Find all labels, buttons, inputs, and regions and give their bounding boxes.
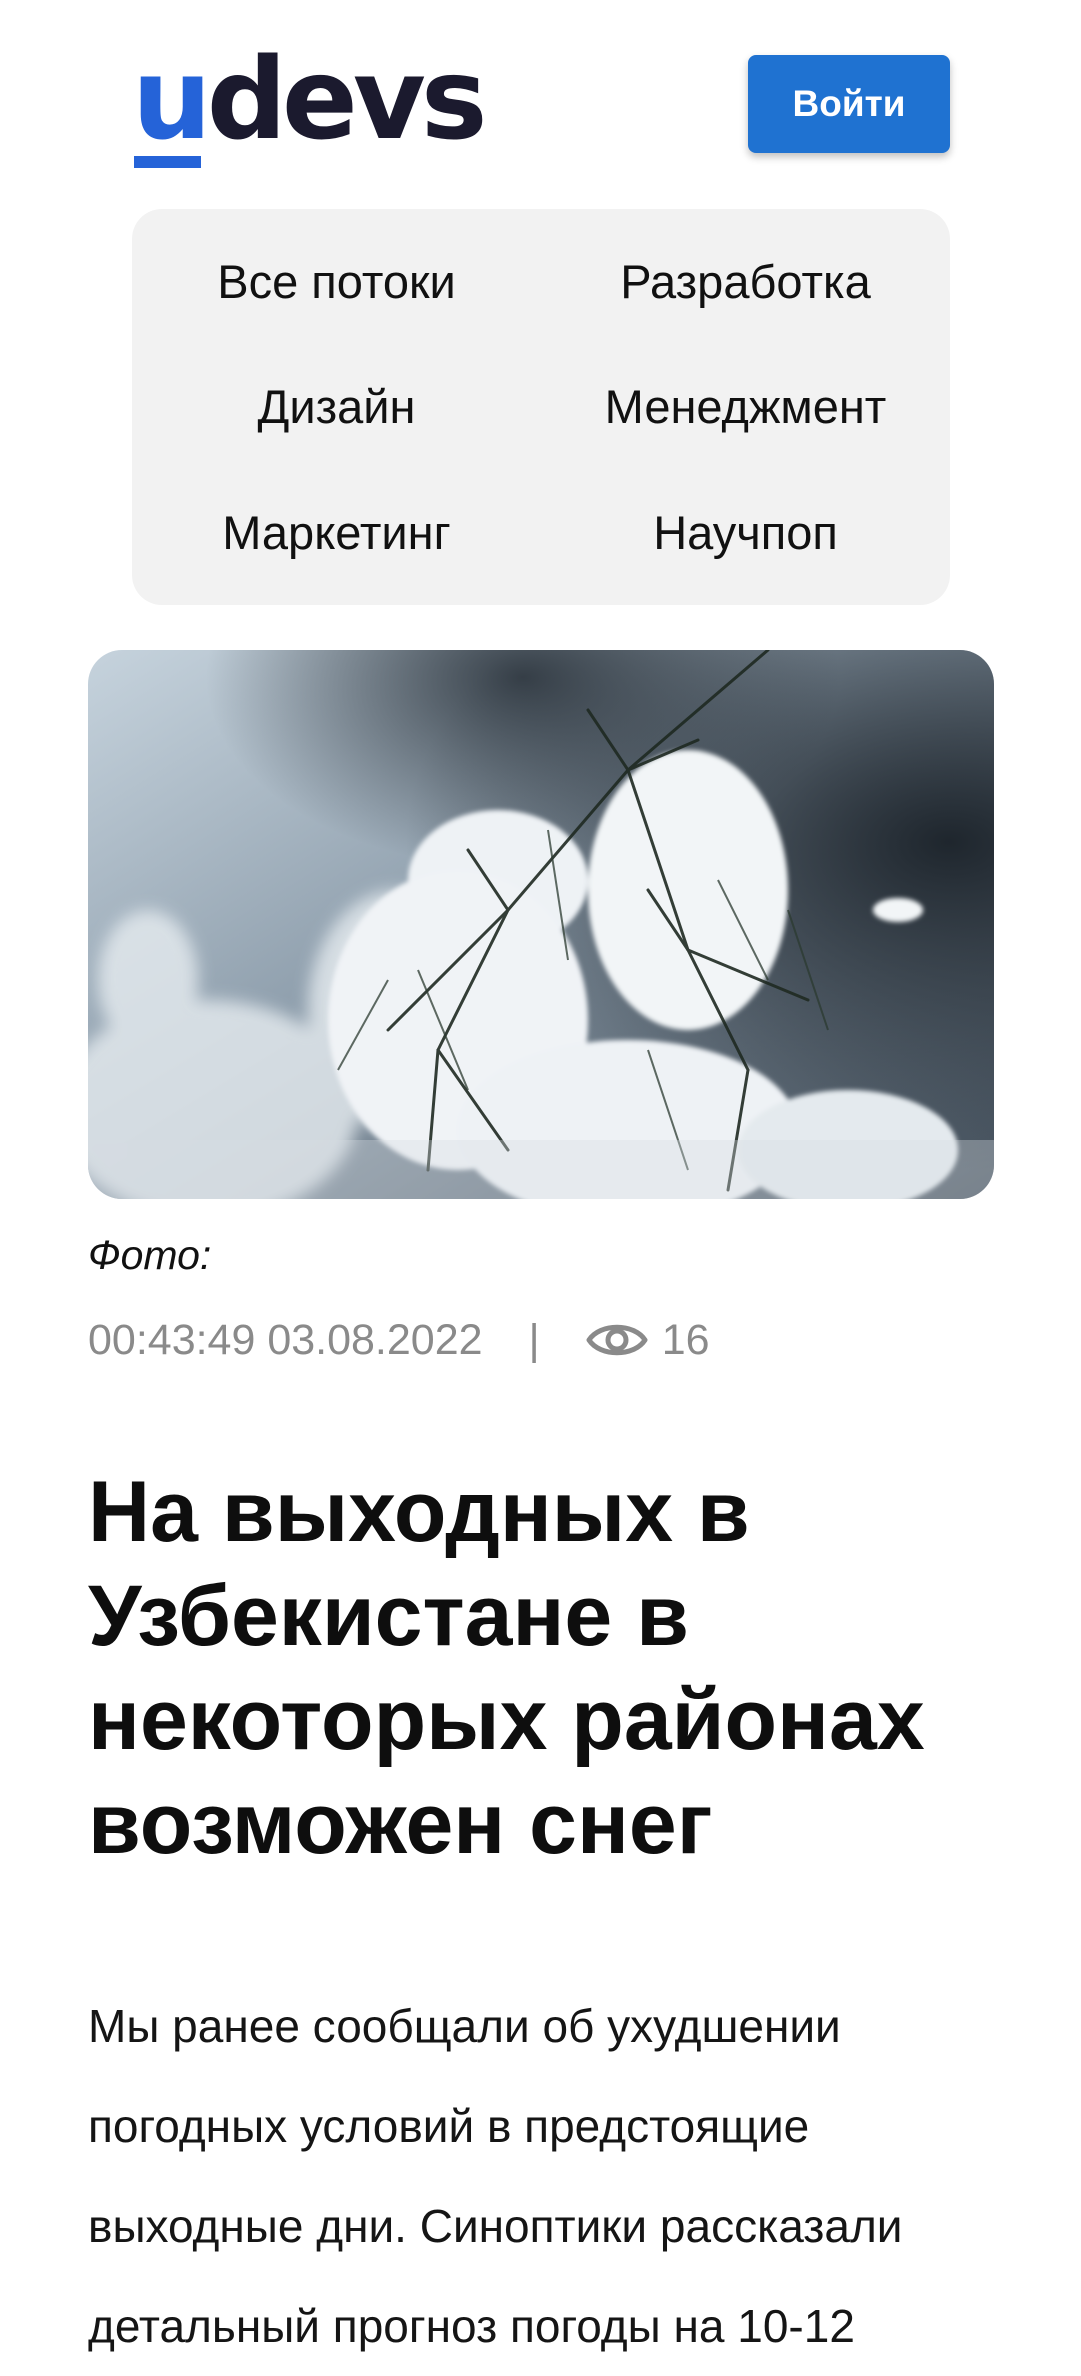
udevs-logo[interactable]: u devs	[132, 35, 488, 168]
photo-caption: Фото:	[88, 1232, 212, 1278]
article-meta: 00:43:49 03.08.2022 | 16	[88, 1310, 710, 1370]
site-header: u devs Войти	[0, 0, 1081, 190]
stream-marketing[interactable]: Маркетинг	[132, 470, 541, 595]
logo-wordmark: devs	[206, 35, 488, 165]
article-photo	[88, 650, 994, 1199]
publish-datetime: 00:43:49 03.08.2022	[88, 1315, 483, 1364]
stream-management[interactable]: Менеджмент	[541, 344, 950, 469]
stream-popular-science[interactable]: Научпоп	[541, 470, 950, 595]
article-body: Мы ранее сообщали об ухудшении погодных …	[88, 2000, 903, 2352]
eye-icon	[586, 1319, 648, 1361]
stream-all[interactable]: Все потоки	[132, 219, 541, 344]
stream-design[interactable]: Дизайн	[132, 344, 541, 469]
streams-menu: Все потоки Разработка Дизайн Менеджмент …	[132, 209, 950, 605]
login-button[interactable]: Войти	[748, 55, 950, 153]
stream-development[interactable]: Разработка	[541, 219, 950, 344]
meta-separator: |	[528, 1315, 540, 1364]
article-title: На выходных в Узбекистане в некоторых ра…	[88, 1464, 925, 1872]
view-count: 16	[661, 1315, 710, 1364]
logo-letter-u: u	[132, 35, 212, 168]
